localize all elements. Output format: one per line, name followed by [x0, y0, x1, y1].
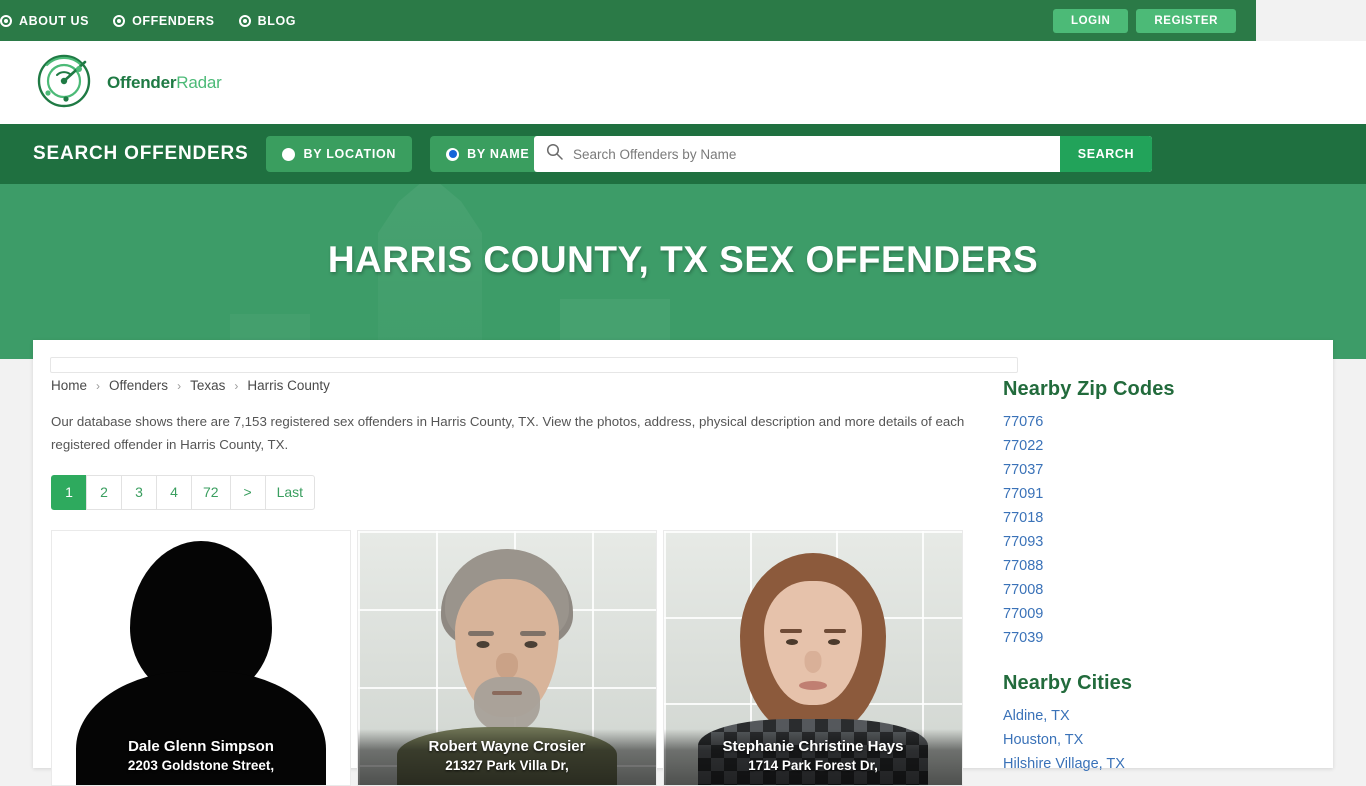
- logo-text: OffenderRadar: [107, 73, 222, 93]
- offender-name: Dale Glenn Simpson: [128, 738, 274, 756]
- page-button-4[interactable]: 4: [156, 474, 191, 510]
- zip-code-link[interactable]: 77018: [1003, 506, 1303, 530]
- mugshot-eye-left: [476, 640, 490, 648]
- radar-logo-icon: [33, 51, 99, 114]
- search-submit-button[interactable]: SEARCH: [1060, 136, 1152, 172]
- nav-item-offenders[interactable]: OFFENDERS: [113, 14, 215, 28]
- mugshot-eye-right: [828, 638, 840, 645]
- breadcrumb-item-offenders[interactable]: Offenders: [109, 378, 168, 393]
- site-logo[interactable]: OffenderRadar: [33, 51, 222, 114]
- nav-item-about-us[interactable]: ABOUT US: [0, 14, 89, 28]
- by-location-label: BY LOCATION: [303, 147, 397, 161]
- auth-buttons: LOGIN REGISTER: [1052, 8, 1236, 33]
- zip-code-link[interactable]: 77093: [1003, 530, 1303, 554]
- city-link[interactable]: Hilshire Village, TX: [1003, 752, 1303, 776]
- breadcrumb-separator-icon: ›: [177, 378, 182, 393]
- offender-card[interactable]: Dale Glenn Simpson 2203 Goldstone Street…: [51, 529, 351, 786]
- zip-code-link[interactable]: 77022: [1003, 434, 1303, 458]
- offender-card[interactable]: Stephanie Christine Hays 1714 Park Fores…: [663, 529, 963, 786]
- search-icon: [546, 143, 563, 165]
- register-button[interactable]: REGISTER: [1136, 8, 1236, 33]
- city-link[interactable]: Aldine, TX: [1003, 704, 1303, 728]
- zip-code-link[interactable]: 77088: [1003, 554, 1303, 578]
- mugshot-mouth: [492, 690, 522, 695]
- target-icon: [0, 14, 12, 27]
- nav-label-about-us: ABOUT US: [19, 13, 90, 28]
- sidebar: Nearby Zip Codes 77076 77022 77037 77091…: [1003, 378, 1303, 776]
- nav-label-offenders: OFFENDERS: [132, 13, 215, 28]
- nearby-zip-codes-heading: Nearby Zip Codes: [1003, 378, 1175, 400]
- offender-card-caption: Robert Wayne Crosier 21327 Park Villa Dr…: [358, 729, 656, 785]
- pagination: 1 2 3 4 72 > Last: [51, 474, 1003, 510]
- search-mode-by-name[interactable]: BY NAME: [430, 136, 546, 172]
- offender-address: 2203 Goldstone Street,: [127, 758, 275, 774]
- mugshot-brow-right: [520, 630, 546, 636]
- page-button-next[interactable]: >: [229, 474, 265, 510]
- zip-code-link[interactable]: 77039: [1003, 626, 1303, 650]
- ad-placeholder: [50, 357, 1018, 373]
- offender-card-grid: Dale Glenn Simpson 2203 Goldstone Street…: [51, 529, 1003, 786]
- offender-card[interactable]: Robert Wayne Crosier 21327 Park Villa Dr…: [357, 529, 657, 786]
- target-icon: [238, 14, 251, 27]
- search-mode-by-location[interactable]: BY LOCATION: [266, 136, 413, 172]
- mugshot-nose: [496, 652, 518, 679]
- page-button-2[interactable]: 2: [86, 474, 121, 510]
- mugshot-brow-left: [780, 628, 802, 633]
- breadcrumb-item-home[interactable]: Home: [51, 378, 87, 393]
- zip-code-link[interactable]: 77091: [1003, 482, 1303, 506]
- mugshot-beard: [474, 676, 540, 733]
- mugshot-eye-right: [524, 640, 538, 648]
- offender-name: Stephanie Christine Hays: [722, 738, 904, 756]
- offender-address: 1714 Park Forest Dr,: [748, 758, 878, 774]
- search-bar: SEARCH OFFENDERS BY LOCATION BY NAME SEA…: [0, 124, 1366, 184]
- hero-banner: HARRIS COUNTY, TX SEX OFFENDERS: [0, 184, 1366, 359]
- logo-bar: OffenderRadar: [0, 41, 1366, 124]
- offender-address: 21327 Park Villa Dr,: [445, 758, 569, 774]
- top-navigation-bar: ABOUT US OFFENDERS BLOG LOGIN REGISTER: [0, 0, 1256, 41]
- zip-code-link[interactable]: 77009: [1003, 602, 1303, 626]
- nav-item-blog[interactable]: BLOG: [238, 13, 297, 28]
- mugshot-eye-left: [786, 638, 798, 645]
- page-button-72[interactable]: 72: [191, 474, 230, 510]
- mugshot-brow-left: [468, 630, 494, 636]
- by-name-label: BY NAME: [467, 147, 530, 161]
- mugshot-brow-right: [824, 628, 846, 633]
- zip-code-link[interactable]: 77008: [1003, 578, 1303, 602]
- offender-name: Robert Wayne Crosier: [428, 738, 586, 756]
- main-column: Home › Offenders › Texas › Harris County…: [51, 378, 1003, 786]
- top-nav-links: ABOUT US OFFENDERS BLOG: [0, 14, 296, 28]
- page-description: Our database shows there are 7,153 regis…: [51, 414, 965, 453]
- breadcrumb: Home › Offenders › Texas › Harris County: [51, 378, 1003, 393]
- nearby-cities-heading: Nearby Cities: [1003, 672, 1133, 694]
- breadcrumb-separator-icon: ›: [96, 378, 101, 393]
- zip-code-link[interactable]: 77076: [1003, 410, 1303, 434]
- zip-code-link[interactable]: 77037: [1003, 458, 1303, 482]
- mugshot-mouth: [799, 680, 827, 690]
- target-icon: [113, 14, 126, 27]
- search-offenders-title: SEARCH OFFENDERS: [33, 143, 249, 164]
- page-button-3[interactable]: 3: [121, 474, 156, 510]
- breadcrumb-item-texas[interactable]: Texas: [190, 378, 225, 393]
- radio-unselected-icon: [282, 147, 296, 161]
- breadcrumb-item-harris-county[interactable]: Harris County: [247, 378, 330, 393]
- page-button-1[interactable]: 1: [51, 474, 86, 510]
- logo-text-light: Radar: [176, 72, 222, 92]
- breadcrumb-separator-icon: ›: [234, 378, 239, 393]
- login-button[interactable]: LOGIN: [1052, 8, 1129, 33]
- page-button-last[interactable]: Last: [264, 474, 316, 510]
- mugshot-nose: [804, 650, 822, 673]
- page-title: HARRIS COUNTY, TX SEX OFFENDERS: [327, 239, 1039, 280]
- city-link[interactable]: Houston, TX: [1003, 728, 1303, 752]
- offender-card-caption: Stephanie Christine Hays 1714 Park Fores…: [664, 729, 962, 785]
- logo-text-bold: Offender: [107, 72, 177, 92]
- radio-selected-icon: [446, 147, 460, 161]
- content-card: Home › Offenders › Texas › Harris County…: [33, 340, 1333, 786]
- nav-label-blog: BLOG: [257, 13, 297, 28]
- offender-card-caption: Dale Glenn Simpson 2203 Goldstone Street…: [52, 729, 350, 785]
